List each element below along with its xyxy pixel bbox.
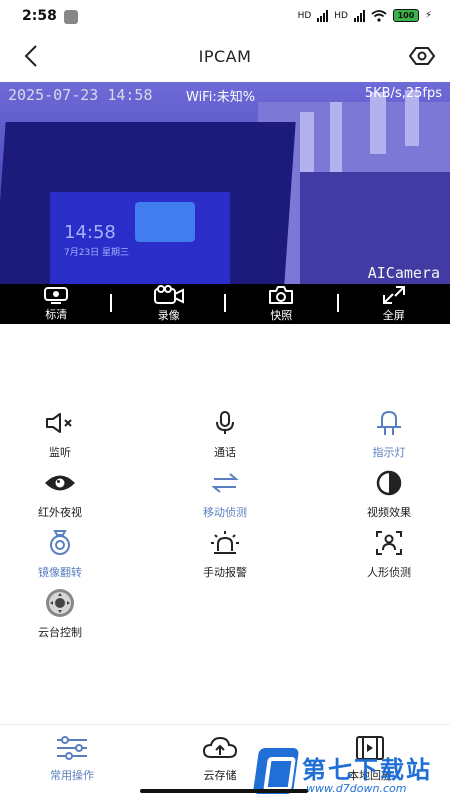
osd-stream-rate: 5KB/s,25fps (365, 86, 442, 101)
indicator-light-button[interactable]: 指示灯 (314, 408, 450, 464)
quality-label: 标清 (45, 306, 67, 322)
status-time: 2:58 (22, 8, 57, 24)
video-scene-clock: 14:58 (64, 222, 116, 243)
night-vision-button[interactable]: 红外夜视 (0, 468, 135, 524)
snapshot-button[interactable]: 快照 (225, 284, 338, 324)
talk-label: 通话 (214, 444, 236, 460)
ptz-control-label: 云台控制 (38, 624, 82, 640)
fullscreen-button[interactable]: 全屏 (338, 284, 450, 324)
microphone-icon (213, 410, 237, 436)
hexagon-eye-icon (408, 42, 436, 70)
fullscreen-label: 全屏 (383, 307, 405, 323)
speaker-mute-icon (44, 411, 76, 435)
charging-icon: ⚡ (425, 10, 432, 21)
motion-detect-label: 移动侦测 (203, 504, 247, 520)
watermark-url: www.d7down.com (306, 782, 406, 795)
manual-alarm-label: 手动报警 (203, 564, 247, 580)
battery-icon: 100 (393, 9, 419, 22)
fullscreen-icon (382, 285, 406, 305)
listen-button[interactable]: 监听 (0, 408, 135, 464)
indicator-light-label: 指示灯 (373, 444, 406, 460)
manual-alarm-button[interactable]: 手动报警 (150, 528, 300, 584)
wifi-icon (371, 10, 387, 22)
sliders-icon (55, 735, 89, 761)
video-scene-book (370, 92, 386, 154)
signal-icon-2 (354, 10, 365, 22)
camera-icon (267, 285, 295, 305)
quality-button[interactable]: 标清 (0, 284, 113, 324)
human-detect-label: 人形侦测 (367, 564, 411, 580)
ptz-control-button[interactable]: 云台控制 (0, 588, 135, 644)
record-label: 录像 (158, 307, 180, 323)
sd-quality-icon (43, 286, 69, 304)
mirror-flip-label: 镜像翻转 (38, 564, 82, 580)
watermark-name: 第七下载站 (302, 750, 432, 785)
settings-button[interactable] (408, 42, 436, 70)
video-scene-book (300, 112, 314, 172)
mirror-flip-button[interactable]: 镜像翻转 (0, 528, 135, 584)
talk-button[interactable]: 通话 (150, 408, 300, 464)
indicator-light-icon (374, 409, 404, 437)
status-indicators: HD HD 100 ⚡ (298, 9, 432, 22)
video-scene-date: 7月23日 星期三 (64, 245, 129, 258)
watermark-logo-icon (253, 748, 299, 794)
status-bar: 2:58 HD HD 100 ⚡ (0, 0, 450, 34)
motion-detect-button[interactable]: 移动侦测 (150, 468, 300, 524)
video-toolbar: 标清 录像 快照 全屏 (0, 284, 450, 324)
osd-timestamp: 2025-07-23 14:58 (8, 86, 153, 104)
app-header: IPCAM (0, 36, 450, 78)
network-label-2: HD (334, 11, 348, 21)
contrast-icon (375, 469, 403, 497)
record-button[interactable]: 录像 (113, 284, 226, 324)
night-vision-label: 红外夜视 (38, 504, 82, 520)
alarm-siren-icon (209, 529, 241, 557)
network-label-1: HD (298, 11, 312, 21)
snapshot-label: 快照 (270, 307, 292, 323)
cloud-icon (202, 735, 238, 761)
video-record-icon (153, 285, 185, 305)
mirror-flip-icon (47, 529, 73, 557)
page-title: IPCAM (0, 47, 450, 66)
human-detect-button[interactable]: 人形侦测 (314, 528, 450, 584)
ptz-control-icon (44, 588, 76, 618)
wrench-icon (64, 10, 78, 24)
camera-video-feed[interactable]: 14:58 7月23日 星期三 2025-07-23 14:58 WiFi:未知… (0, 82, 450, 284)
human-detect-icon (375, 530, 403, 556)
nav-cloud-storage-label: 云存储 (204, 767, 237, 783)
video-scene-book (330, 102, 342, 172)
motion-arrows-icon (210, 471, 240, 495)
listen-label: 监听 (49, 444, 71, 460)
signal-icon (317, 10, 328, 22)
home-indicator[interactable] (140, 789, 308, 793)
video-effect-button[interactable]: 视频效果 (314, 468, 450, 524)
osd-brand: AICamera (368, 264, 440, 282)
eye-icon (43, 472, 77, 494)
nav-common-ops-label: 常用操作 (50, 767, 94, 783)
video-effect-label: 视频效果 (367, 504, 411, 520)
video-scene-window (135, 202, 195, 242)
nav-common-ops[interactable]: 常用操作 (0, 735, 147, 783)
osd-wifi-status: WiFi:未知% (186, 86, 255, 105)
